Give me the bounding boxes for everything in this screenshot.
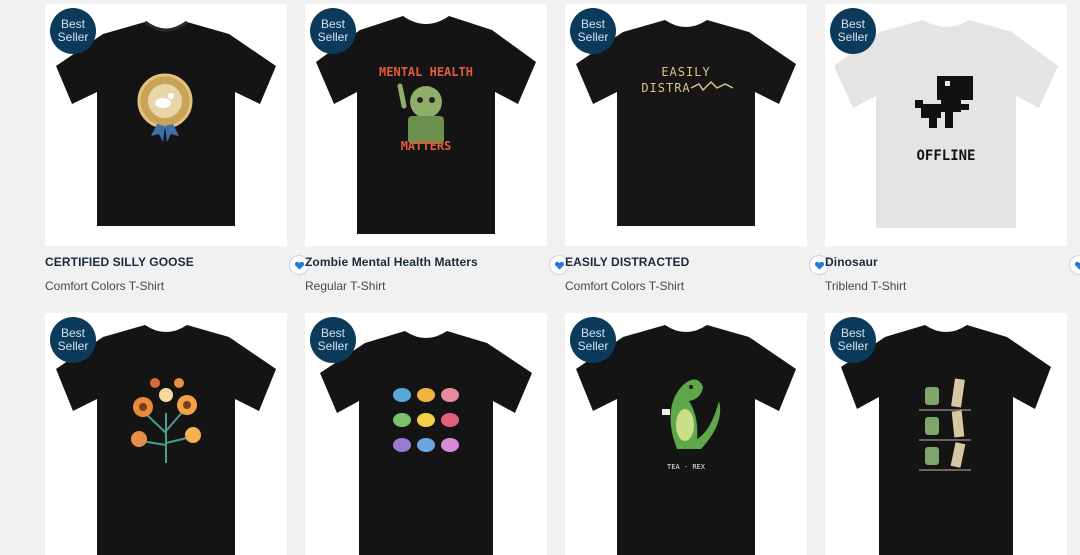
product-title[interactable]: EASILY DISTRACTED [565, 255, 689, 269]
best-seller-badge: BestSeller [830, 8, 876, 54]
best-seller-badge: BestSeller [570, 8, 616, 54]
product-image[interactable]: EASILY DISTRA BestSeller [565, 4, 807, 246]
product-card[interactable]: BestSeller [825, 313, 1067, 555]
best-seller-badge: BestSeller [310, 8, 356, 54]
heart-icon [294, 260, 305, 271]
heart-icon [1074, 260, 1080, 271]
print-text: TEA - REX [667, 463, 706, 471]
product-image[interactable]: OFFLINE BestSeller [825, 4, 1067, 246]
product-image[interactable]: MENTAL HEALTH MATTERS BestSeller [305, 4, 547, 246]
product-type: Comfort Colors T-Shirt [45, 279, 164, 293]
product-type: Comfort Colors T-Shirt [565, 279, 684, 293]
print-text-top: MENTAL HEALTH [379, 65, 473, 79]
product-card[interactable]: MENTAL HEALTH MATTERS BestSeller Zombie … [305, 4, 547, 246]
product-title[interactable]: Zombie Mental Health Matters [305, 255, 478, 269]
product-title[interactable]: Dinosaur [825, 255, 878, 269]
product-card[interactable]: BestSeller [305, 313, 547, 555]
print-text: OFFLINE [916, 148, 975, 164]
product-grid: BestSeller CERTIFIED SILLY GOOSE Comfort… [0, 0, 1080, 546]
best-seller-badge: BestSeller [570, 317, 616, 363]
heart-icon [814, 260, 825, 271]
product-type: Regular T-Shirt [305, 279, 385, 293]
print-text-top: EASILY [661, 65, 710, 79]
heart-icon [554, 260, 565, 271]
best-seller-badge: BestSeller [50, 8, 96, 54]
product-image[interactable]: BestSeller [825, 313, 1067, 555]
product-image[interactable]: BestSeller [45, 313, 287, 555]
best-seller-badge: BestSeller [310, 317, 356, 363]
product-card[interactable]: BestSeller [45, 313, 287, 555]
best-seller-badge: BestSeller [50, 317, 96, 363]
print-text-bottom: MATTERS [401, 139, 452, 153]
product-image[interactable]: BestSeller [45, 4, 287, 246]
product-image[interactable]: BestSeller [305, 313, 547, 555]
favorite-button[interactable] [1069, 255, 1080, 275]
product-card[interactable]: BestSeller CERTIFIED SILLY GOOSE Comfort… [45, 4, 287, 246]
product-type: Triblend T-Shirt [825, 279, 906, 293]
product-card[interactable]: TEA - REX BestSeller [565, 313, 807, 555]
product-card[interactable]: OFFLINE BestSeller Dinosaur Triblend T-S… [825, 4, 1067, 246]
print-text-bottom: DISTRA [641, 81, 690, 95]
product-card[interactable]: EASILY DISTRA BestSeller EASILY DISTRACT… [565, 4, 807, 246]
best-seller-badge: BestSeller [830, 317, 876, 363]
product-image[interactable]: TEA - REX BestSeller [565, 313, 807, 555]
product-title[interactable]: CERTIFIED SILLY GOOSE [45, 255, 194, 269]
